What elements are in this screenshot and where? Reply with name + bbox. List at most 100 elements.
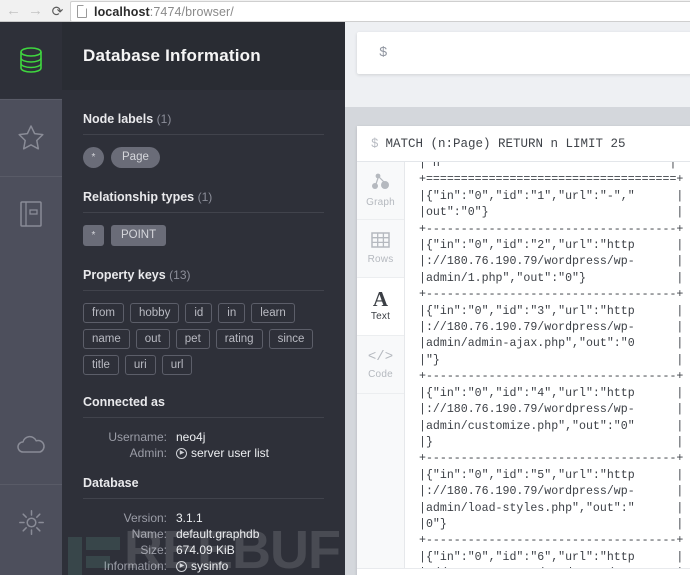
table-icon (371, 232, 390, 251)
row-value-text: sysinfo (191, 559, 229, 573)
node-label-chip[interactable]: Page (111, 147, 160, 168)
row-value: 674.09 KiB (176, 543, 235, 557)
code-icon: </> (367, 349, 394, 365)
sidebar-item-cloud[interactable] (0, 407, 62, 484)
reload-icon[interactable]: ⟳ (47, 1, 68, 21)
sidebar-icon-rail (0, 22, 62, 575)
text-icon: A (372, 287, 389, 311)
database-icon (18, 46, 44, 74)
property-key-chip[interactable]: since (268, 329, 314, 349)
row-key: Information: (103, 559, 167, 573)
tab-code-label: Code (368, 369, 393, 380)
tab-rows-label: Rows (367, 254, 394, 265)
database-row: Name: default.graphdb (83, 527, 324, 541)
tab-graph-label: Graph (366, 197, 395, 208)
prompt-icon: $ (379, 45, 388, 61)
play-icon: ▶ (176, 447, 187, 459)
frame-query-text: MATCH (n:Page) RETURN n LIMIT 25 (385, 136, 626, 151)
sidebar-item-guides[interactable] (0, 176, 62, 253)
relationship-types-count: (1) (197, 190, 213, 204)
tab-text[interactable]: A Text (357, 278, 404, 336)
node-labels-title: Node labels (83, 112, 154, 126)
database-row: Version: 3.1.1 (83, 511, 324, 525)
property-keys-heading: Property keys (13) (83, 268, 324, 290)
page-document-icon (77, 5, 87, 18)
divider (83, 134, 324, 135)
page-title: Database Information (83, 46, 261, 65)
database-row: Information: ▶ sysinfo (83, 559, 324, 573)
sidebar-item-database-information[interactable] (0, 22, 62, 99)
tab-rows[interactable]: Rows (357, 220, 404, 278)
main-content: $ $ MATCH (n:Page) RETURN n LIMIT 25 Gra… (345, 22, 690, 575)
database-heading: Database (83, 476, 139, 490)
property-key-chip[interactable]: id (185, 303, 213, 323)
sidebar-rail-spacer (0, 253, 62, 407)
frame-status-bar: Started streaming 17 records after 1 ms … (357, 568, 690, 575)
property-keys-title: Property keys (83, 268, 166, 282)
sidebar-item-favorites[interactable] (0, 99, 62, 176)
connected-as-row: Admin: ▶ server user list (83, 446, 324, 460)
editor-area: $ (345, 22, 690, 107)
address-bar-url: localhost:7474/browser/ (94, 5, 234, 19)
row-value-text: server user list (191, 446, 270, 460)
row-value-link[interactable]: ▶ sysinfo (176, 559, 228, 573)
forward-icon[interactable]: → (25, 1, 46, 21)
row-key: Size: (140, 543, 167, 557)
star-icon (17, 124, 45, 151)
connected-as-row: Username: neo4j (83, 430, 324, 444)
divider (83, 498, 324, 499)
relationship-types-heading: Relationship types (1) (83, 190, 324, 212)
result-text-view[interactable]: |"n" | +================================… (405, 162, 690, 575)
panel-header: Database Information (62, 22, 345, 90)
property-key-chip[interactable]: rating (215, 329, 263, 349)
relationship-types-title: Relationship types (83, 190, 195, 204)
node-labels-count: (1) (156, 112, 172, 126)
tab-code[interactable]: </> Code (357, 336, 404, 394)
property-key-chip[interactable]: title (83, 355, 119, 375)
neo4j-browser-app: Database Information Node labels (1) * P… (0, 22, 690, 575)
row-key: Name: (131, 527, 167, 541)
property-key-chip[interactable]: name (83, 329, 130, 349)
browser-chrome: ← → ⟳ localhost:7474/browser/ (0, 0, 690, 22)
cypher-editor[interactable]: $ (357, 32, 690, 74)
database-rows: Version: 3.1.1 Name: default.graphdb Siz… (83, 511, 324, 573)
property-key-chip[interactable]: out (135, 329, 170, 349)
result-view-tabs: Graph Rows A Text </> Code (357, 162, 405, 575)
divider (83, 212, 324, 213)
back-icon[interactable]: ← (3, 1, 24, 21)
row-value: neo4j (176, 430, 206, 444)
graph-icon (371, 173, 391, 194)
database-row: Size: 674.09 KiB (83, 543, 324, 557)
browser-nav-buttons: ← → ⟳ (0, 1, 68, 21)
tab-graph[interactable]: Graph (357, 162, 404, 220)
relationship-types-chips: * POINT (83, 225, 324, 246)
result-frame: $ MATCH (n:Page) RETURN n LIMIT 25 Graph… (357, 126, 690, 575)
sidebar-item-settings[interactable] (0, 484, 62, 561)
property-key-chip[interactable]: hobby (130, 303, 180, 323)
book-icon (19, 200, 43, 228)
row-value: 3.1.1 (176, 511, 203, 525)
url-host: localhost (94, 4, 150, 19)
tab-text-label: Text (370, 311, 391, 322)
gear-icon (18, 509, 45, 536)
database-information-panel: Database Information Node labels (1) * P… (62, 22, 345, 575)
row-value: default.graphdb (176, 527, 260, 541)
panel-body: Node labels (1) * Page Relationship type… (62, 90, 345, 573)
divider (83, 417, 324, 418)
node-labels-heading: Node labels (1) (83, 112, 324, 134)
property-key-chip[interactable]: from (83, 303, 124, 323)
address-bar[interactable]: localhost:7474/browser/ (70, 1, 690, 22)
relationship-chip-all[interactable]: * (83, 225, 104, 246)
row-value-link[interactable]: ▶ server user list (176, 446, 269, 460)
connected-as-heading: Connected as (83, 395, 165, 409)
property-key-chip[interactable]: in (218, 303, 246, 323)
relationship-chip[interactable]: POINT (111, 225, 167, 246)
property-key-chip[interactable]: learn (251, 303, 295, 323)
property-key-chip[interactable]: url (161, 355, 193, 375)
property-key-chip[interactable]: pet (175, 329, 210, 349)
url-path: :7474/browser/ (149, 4, 234, 19)
connected-as-rows: Username: neo4j Admin: ▶ server user list (83, 430, 324, 460)
property-key-chip[interactable]: uri (124, 355, 156, 375)
prompt-icon: $ (371, 136, 379, 151)
node-label-chip-all[interactable]: * (83, 147, 104, 168)
